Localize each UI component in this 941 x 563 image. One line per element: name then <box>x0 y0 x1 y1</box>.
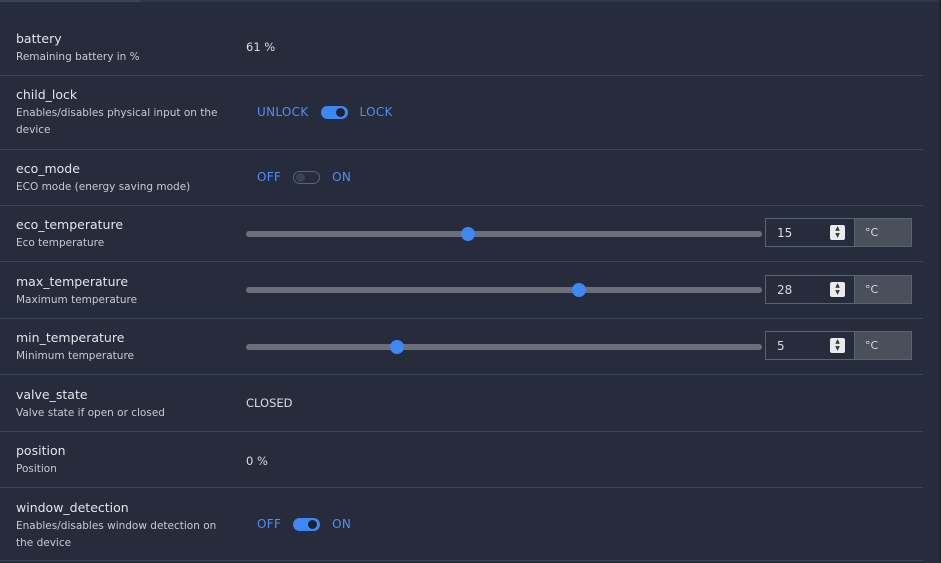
number-field[interactable]: 5 ▲ ▼ <box>765 331 855 360</box>
property-label: min_temperature Minimum temperature <box>16 330 231 365</box>
number-field[interactable]: 15 ▲ ▼ <box>765 218 855 247</box>
toggle-off-label[interactable]: OFF <box>257 517 281 531</box>
max-temperature-slider[interactable] <box>246 280 762 300</box>
unit-label: °C <box>855 218 912 247</box>
window-detection-switch[interactable] <box>293 517 321 531</box>
min-temperature-number-input: 5 ▲ ▼ °C <box>765 331 912 360</box>
description-line: Enables/disables window detection on <box>16 520 217 532</box>
eco-temperature-number-input: 15 ▲ ▼ °C <box>765 218 912 247</box>
property-description: Maximum temperature <box>16 294 138 306</box>
property-description: Enables/disables physical input on the d… <box>16 105 231 139</box>
property-label: eco_mode ECO mode (energy saving mode) <box>16 161 231 196</box>
property-description: Remaining battery in % <box>16 51 140 63</box>
top-divider <box>0 0 941 2</box>
min-temperature-slider[interactable] <box>246 337 762 357</box>
position-value: 0 % <box>246 454 268 468</box>
property-label: valve_state Valve state if open or close… <box>16 387 231 422</box>
slider-track[interactable] <box>246 231 762 237</box>
slider-track[interactable] <box>246 287 762 293</box>
child-lock-switch[interactable] <box>320 105 348 119</box>
slider-thumb[interactable] <box>389 340 404 354</box>
number-field[interactable]: 28 ▲ ▼ <box>765 275 855 304</box>
property-description: Eco temperature <box>16 237 105 249</box>
unit-label: °C <box>855 275 912 304</box>
row-position: position Position 0 % <box>0 432 923 488</box>
property-description: Minimum temperature <box>16 350 134 362</box>
row-child-lock: child_lock Enables/disables physical inp… <box>0 76 923 150</box>
switch-knob <box>296 172 306 182</box>
toggle-on-label[interactable]: LOCK <box>360 105 393 119</box>
row-max-temperature: max_temperature Maximum temperature 28 ▲… <box>0 262 923 319</box>
description-line: device <box>16 124 51 136</box>
property-description: ECO mode (energy saving mode) <box>16 181 191 193</box>
spinner-icon[interactable]: ▲ ▼ <box>830 225 845 240</box>
window-detection-toggle-group: OFF ON <box>257 517 351 531</box>
toggle-off-label[interactable]: OFF <box>257 170 281 184</box>
property-label: eco_temperature Eco temperature <box>16 217 231 252</box>
toggle-off-label[interactable]: UNLOCK <box>257 105 309 119</box>
switch-knob <box>308 519 318 529</box>
slider-track[interactable] <box>246 344 762 350</box>
row-min-temperature: min_temperature Minimum temperature 5 ▲ ▼… <box>0 319 923 375</box>
property-name: window_detection <box>16 500 129 515</box>
property-label: max_temperature Maximum temperature <box>16 274 231 309</box>
valve-state-value: CLOSED <box>246 396 293 410</box>
property-description: Position <box>16 463 57 475</box>
battery-value: 61 % <box>246 40 276 54</box>
property-label: battery Remaining battery in % <box>16 31 231 66</box>
property-name: eco_temperature <box>16 217 124 232</box>
number-value: 15 <box>777 226 793 240</box>
toggle-on-label[interactable]: ON <box>332 517 351 531</box>
property-description: Enables/disables window detection on the… <box>16 518 231 552</box>
row-eco-mode: eco_mode ECO mode (energy saving mode) O… <box>0 150 923 206</box>
property-name: max_temperature <box>16 274 129 289</box>
property-description: Valve state if open or closed <box>16 407 165 419</box>
slider-thumb[interactable] <box>572 283 587 297</box>
max-temperature-number-input: 28 ▲ ▼ °C <box>765 275 912 304</box>
unit-label: °C <box>855 331 912 360</box>
toggle-on-label[interactable]: ON <box>332 170 351 184</box>
row-eco-temperature: eco_temperature Eco temperature 15 ▲ ▼ °C <box>0 206 923 262</box>
switch-knob <box>335 107 345 117</box>
row-window-detection: window_detection Enables/disables window… <box>0 488 923 561</box>
eco-temperature-slider[interactable] <box>246 224 762 244</box>
property-name: eco_mode <box>16 161 80 176</box>
row-valve-state: valve_state Valve state if open or close… <box>0 375 923 432</box>
property-name: position <box>16 443 66 458</box>
property-name: child_lock <box>16 87 78 102</box>
description-line: Enables/disables physical input on the <box>16 107 218 119</box>
property-label: child_lock Enables/disables physical inp… <box>16 87 231 139</box>
eco-mode-switch[interactable] <box>293 170 321 184</box>
active-tab-indicator <box>0 0 140 2</box>
slider-thumb[interactable] <box>460 227 475 241</box>
row-battery: battery Remaining battery in % 61 % <box>0 20 923 76</box>
property-label: position Position <box>16 443 231 478</box>
eco-mode-toggle-group: OFF ON <box>257 170 351 184</box>
property-name: battery <box>16 31 62 46</box>
spinner-icon[interactable]: ▲ ▼ <box>830 282 845 297</box>
property-name: min_temperature <box>16 330 125 345</box>
property-label: window_detection Enables/disables window… <box>16 500 231 552</box>
property-name: valve_state <box>16 387 88 402</box>
spinner-icon[interactable]: ▲ ▼ <box>830 338 845 353</box>
description-line: the device <box>16 537 72 549</box>
number-value: 28 <box>777 283 793 297</box>
child-lock-toggle-group: UNLOCK LOCK <box>257 105 393 119</box>
number-value: 5 <box>777 339 785 353</box>
